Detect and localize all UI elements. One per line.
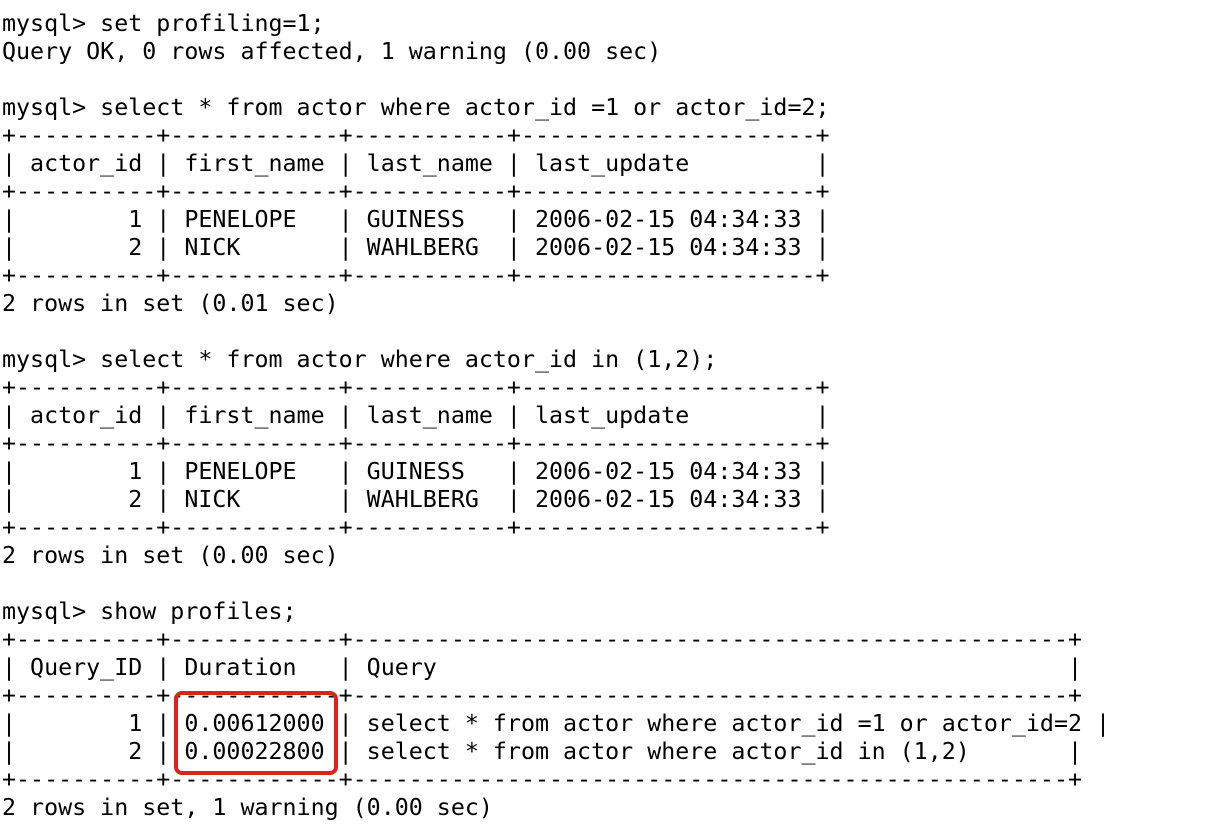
result-status: Query OK, 0 rows affected, 1 warning (0.… (2, 38, 662, 65)
table-border: +----------+------------+-----------+---… (2, 178, 830, 205)
table-row: | 2 | 0.00022800 | select * from actor w… (2, 738, 1082, 765)
table-row: | 2 | NICK | WAHLBERG | 2006-02-15 04:34… (2, 234, 830, 261)
result-status: 2 rows in set (0.01 sec) (2, 290, 339, 317)
table-border: +----------+------------+---------------… (2, 682, 1082, 709)
table-header: | actor_id | first_name | last_name | la… (2, 150, 830, 177)
table-row: | 1 | 0.00612000 | select * from actor w… (2, 710, 1111, 737)
table-border: +----------+------------+-----------+---… (2, 374, 830, 401)
table-row: | 1 | PENELOPE | GUINESS | 2006-02-15 04… (2, 206, 830, 233)
prompt-line: mysql> show profiles; (2, 598, 297, 625)
table-border: +----------+------------+---------------… (2, 626, 1082, 653)
table-row: | 1 | PENELOPE | GUINESS | 2006-02-15 04… (2, 458, 830, 485)
prompt-line: mysql> select * from actor where actor_i… (2, 94, 830, 121)
prompt-line: mysql> set profiling=1; (2, 10, 325, 37)
table-header: | actor_id | first_name | last_name | la… (2, 402, 830, 429)
table-border: +----------+------------+-----------+---… (2, 262, 830, 289)
table-border: +----------+------------+-----------+---… (2, 430, 830, 457)
prompt-line: mysql> select * from actor where actor_i… (2, 346, 718, 373)
table-border: +----------+------------+---------------… (2, 766, 1082, 793)
terminal-output[interactable]: mysql> set profiling=1; Query OK, 0 rows… (2, 10, 1208, 832)
result-status: 2 rows in set (0.00 sec) (2, 542, 339, 569)
table-border: +----------+------------+-----------+---… (2, 122, 830, 149)
table-border: +----------+------------+-----------+---… (2, 514, 830, 541)
table-header: | Query_ID | Duration | Query | (2, 654, 1082, 681)
table-row: | 2 | NICK | WAHLBERG | 2006-02-15 04:34… (2, 486, 830, 513)
result-status: 2 rows in set, 1 warning (0.00 sec) (2, 794, 493, 821)
